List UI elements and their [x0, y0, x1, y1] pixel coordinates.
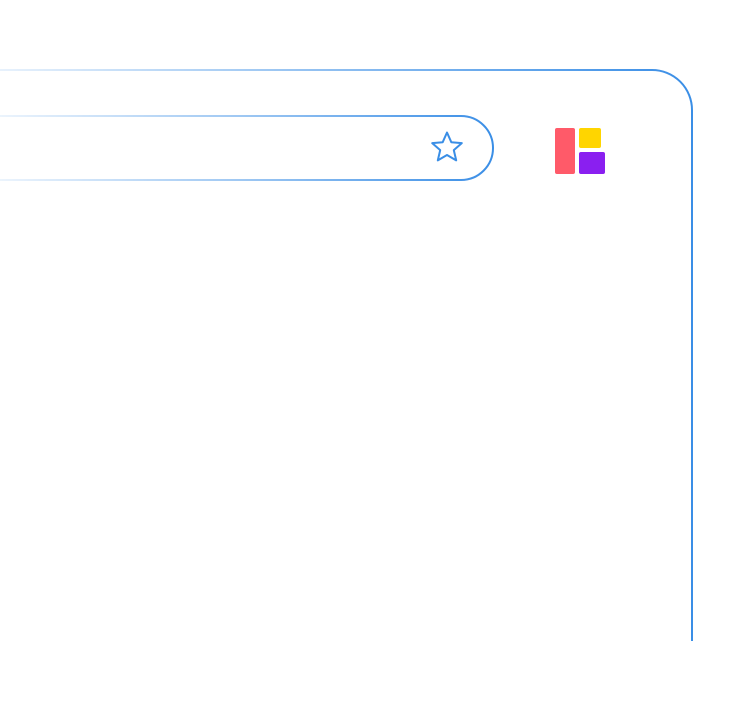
- extension-logo-button[interactable]: [553, 126, 607, 176]
- browser-window-illustration: [0, 0, 751, 718]
- address-bar[interactable]: [0, 116, 494, 180]
- page-content-area: [0, 230, 692, 640]
- star-outline-icon: [431, 131, 463, 162]
- bookmark-star-button[interactable]: [427, 128, 467, 168]
